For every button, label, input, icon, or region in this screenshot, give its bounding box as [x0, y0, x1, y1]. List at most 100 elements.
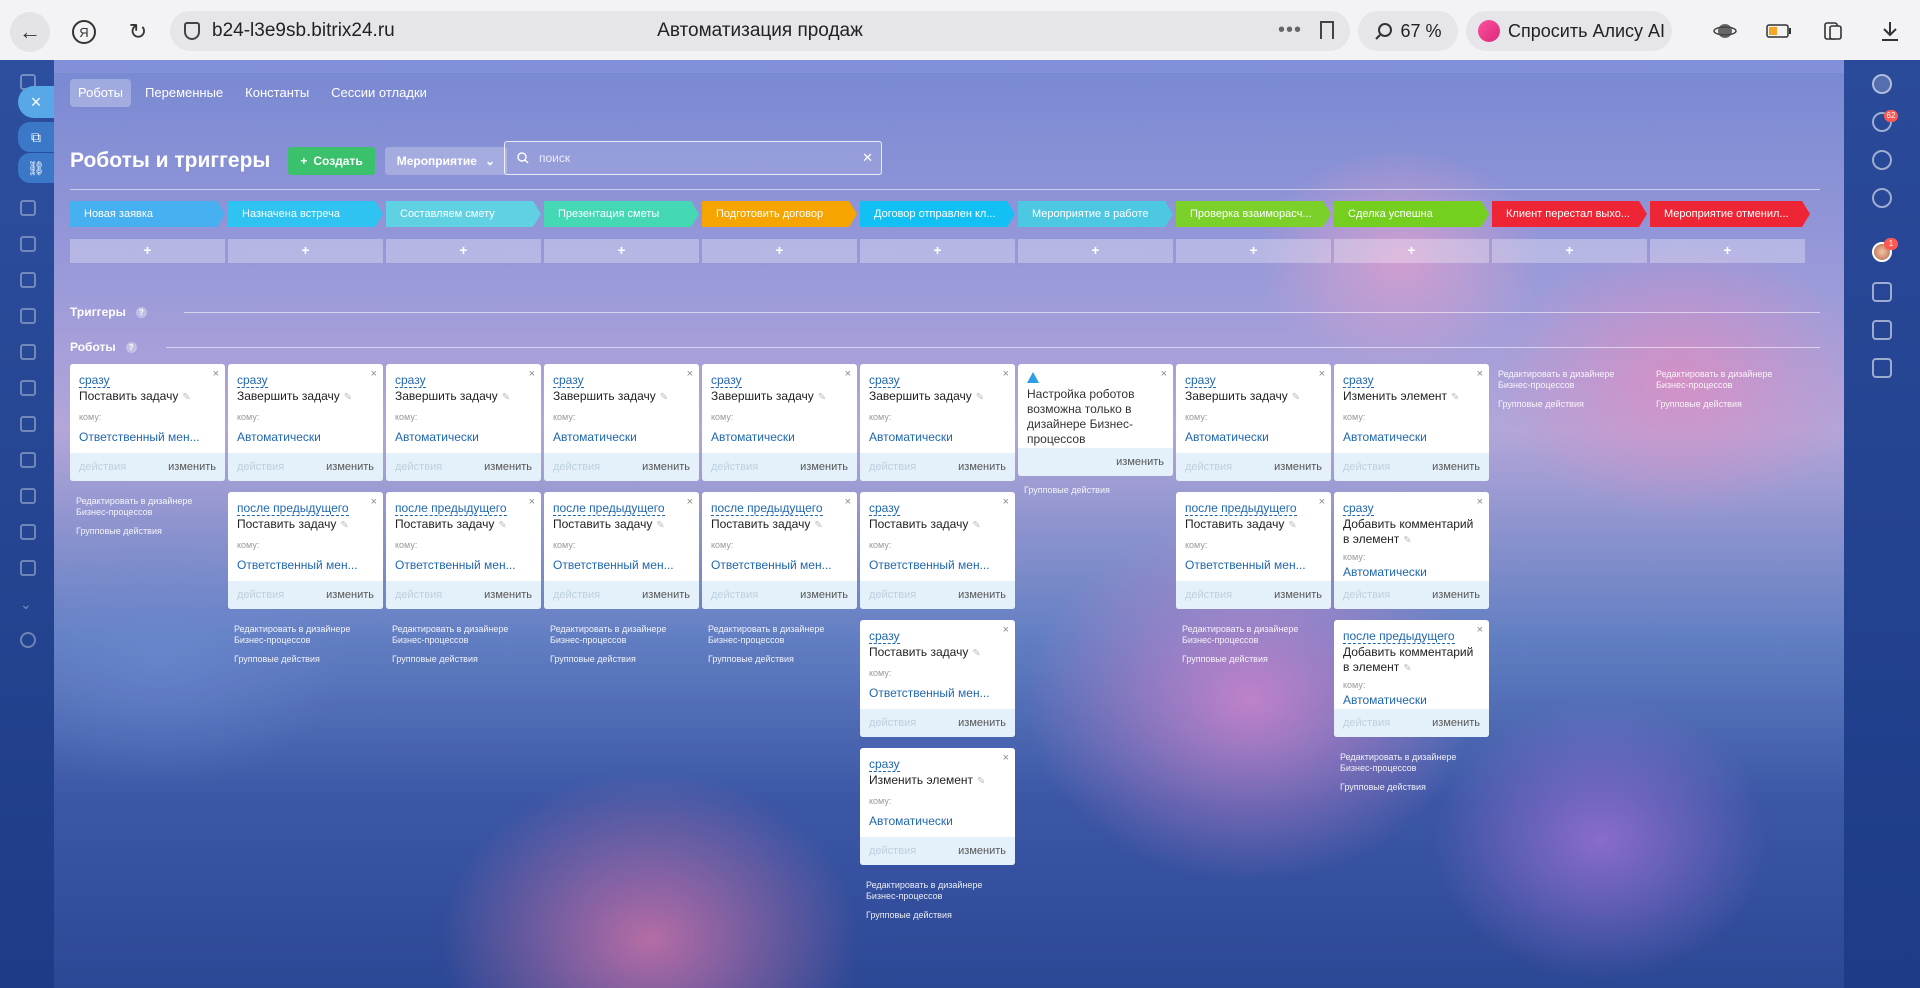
edit-link[interactable]: изменить	[958, 589, 1006, 601]
pencil-icon[interactable]: ✎	[502, 392, 510, 403]
actions-link[interactable]: действия	[711, 589, 758, 601]
add-trigger-button[interactable]: +	[1492, 239, 1647, 263]
group-actions-link[interactable]: Групповые действия	[1656, 399, 1806, 410]
edit-link[interactable]: изменить	[800, 461, 848, 473]
open-lines-icon[interactable]	[1872, 358, 1892, 378]
group-actions-link[interactable]: Групповые действия	[76, 526, 226, 537]
back-arrow-icon[interactable]: ←	[10, 12, 50, 52]
crm-icon[interactable]	[20, 272, 36, 288]
bookmark-chat-icon[interactable]	[1872, 320, 1892, 340]
robot-assignee[interactable]: Автоматически	[553, 430, 691, 444]
search-chat-icon[interactable]	[1872, 188, 1892, 208]
profile-status-icon[interactable]	[1872, 74, 1892, 94]
add-trigger-button[interactable]: +	[228, 239, 383, 263]
robot-condition[interactable]: сразу	[79, 373, 110, 388]
pencil-icon[interactable]: ✎	[977, 776, 985, 787]
bookmark-icon[interactable]	[1320, 21, 1334, 39]
mail-icon[interactable]	[20, 452, 36, 468]
copilot-icon[interactable]	[1872, 150, 1892, 170]
edit-in-designer-link[interactable]: Редактировать в дизайнере Бизнес-процесс…	[866, 880, 1016, 902]
edit-link[interactable]: изменить	[1274, 589, 1322, 601]
close-icon[interactable]: ×	[371, 496, 377, 508]
tasks-icon[interactable]	[20, 200, 36, 216]
actions-link[interactable]: действия	[1343, 717, 1390, 729]
actions-link[interactable]: действия	[869, 845, 916, 857]
robot-condition[interactable]: после предыдущего	[237, 501, 349, 516]
robot-condition[interactable]: сразу	[395, 373, 426, 388]
edit-link[interactable]: изменить	[484, 589, 532, 601]
pencil-icon[interactable]: ✎	[1403, 535, 1411, 546]
edit-in-designer-link[interactable]: Редактировать в дизайнере Бизнес-процесс…	[1340, 752, 1490, 774]
robot-condition[interactable]: после предыдущего	[1343, 629, 1455, 644]
add-trigger-button[interactable]: +	[860, 239, 1015, 263]
actions-link[interactable]: действия	[1343, 589, 1390, 601]
collections-icon[interactable]	[1820, 18, 1846, 44]
actions-link[interactable]: действия	[869, 461, 916, 473]
actions-link[interactable]: действия	[395, 461, 442, 473]
zoom-button[interactable]: 67 %	[1358, 11, 1458, 51]
tab-debug-sessions[interactable]: Сессии отладки	[323, 79, 435, 107]
robot-assignee[interactable]: Автоматически	[711, 430, 849, 444]
automation-icon[interactable]	[20, 380, 36, 396]
group-actions-link[interactable]: Групповые действия	[550, 654, 700, 665]
actions-link[interactable]: действия	[1185, 461, 1232, 473]
actions-link[interactable]: действия	[869, 717, 916, 729]
documents-icon[interactable]	[20, 524, 36, 540]
yandex-icon[interactable]: Я	[66, 14, 102, 50]
edit-in-designer-link[interactable]: Редактировать в дизайнере Бизнес-процесс…	[1656, 369, 1806, 391]
sign-icon[interactable]	[20, 560, 36, 576]
robot-assignee[interactable]: Автоматически	[869, 814, 1007, 828]
stage-9[interactable]: Сделка успешна	[1334, 201, 1489, 227]
close-icon[interactable]: ×	[529, 368, 535, 380]
shop-icon[interactable]	[20, 308, 36, 324]
close-icon[interactable]: ×	[1003, 752, 1009, 764]
edit-link[interactable]: изменить	[958, 461, 1006, 473]
actions-link[interactable]: действия	[237, 589, 284, 601]
group-actions-link[interactable]: Групповые действия	[1340, 782, 1490, 793]
edit-in-designer-link[interactable]: Редактировать в дизайнере Бизнес-процесс…	[550, 624, 700, 646]
alice-button[interactable]: Спросить Алису AI	[1466, 11, 1672, 51]
settings-gear-icon[interactable]	[20, 632, 36, 648]
add-trigger-button[interactable]: +	[1334, 239, 1489, 263]
robot-assignee[interactable]: Автоматически	[1343, 693, 1481, 707]
pencil-icon[interactable]: ✎	[182, 392, 190, 403]
add-trigger-button[interactable]: +	[1018, 239, 1173, 263]
edit-link[interactable]: изменить	[1432, 717, 1480, 729]
robot-condition[interactable]: сразу	[237, 373, 268, 388]
actions-link[interactable]: действия	[395, 589, 442, 601]
robot-assignee[interactable]: Автоматически	[869, 430, 1007, 444]
edit-link[interactable]: изменить	[642, 589, 690, 601]
robot-assignee[interactable]: Ответственный мен...	[869, 558, 1007, 572]
address-bar[interactable]: b24-l3e9sb.bitrix24.ru Автоматизация про…	[170, 11, 1350, 51]
robot-condition[interactable]: сразу	[1343, 373, 1374, 388]
robot-condition[interactable]: после предыдущего	[553, 501, 665, 516]
robot-assignee[interactable]: Ответственный мен...	[79, 430, 217, 444]
close-icon[interactable]: ×	[1161, 368, 1167, 380]
add-trigger-button[interactable]: +	[1650, 239, 1805, 263]
group-chat-icon[interactable]	[1872, 282, 1892, 302]
robot-condition[interactable]: после предыдущего	[1185, 501, 1297, 516]
stage-3[interactable]: Составляем смету	[386, 201, 541, 227]
help-icon[interactable]: ?	[135, 306, 147, 318]
edit-link[interactable]: изменить	[484, 461, 532, 473]
pencil-icon[interactable]: ✎	[660, 392, 668, 403]
robot-condition[interactable]: сразу	[869, 501, 900, 516]
group-actions-link[interactable]: Групповые действия	[234, 654, 384, 665]
robot-assignee[interactable]: Ответственный мен...	[553, 558, 691, 572]
edit-link[interactable]: изменить	[168, 461, 216, 473]
chevron-down-icon[interactable]: ⌄	[20, 596, 36, 612]
pencil-icon[interactable]: ✎	[656, 520, 664, 531]
edit-in-designer-link[interactable]: Редактировать в дизайнере Бизнес-процесс…	[1182, 624, 1332, 646]
robot-assignee[interactable]: Ответственный мен...	[711, 558, 849, 572]
pencil-icon[interactable]: ✎	[972, 520, 980, 531]
add-trigger-button[interactable]: +	[544, 239, 699, 263]
close-icon[interactable]: ×	[845, 368, 851, 380]
actions-link[interactable]: действия	[79, 461, 126, 473]
create-button[interactable]: + Создать	[288, 147, 375, 175]
robot-condition[interactable]: сразу	[869, 757, 900, 772]
tab-constants[interactable]: Константы	[237, 79, 317, 107]
pencil-icon[interactable]: ✎	[1288, 520, 1296, 531]
edit-link[interactable]: изменить	[1274, 461, 1322, 473]
pencil-icon[interactable]: ✎	[976, 392, 984, 403]
robot-condition[interactable]: после предыдущего	[395, 501, 507, 516]
